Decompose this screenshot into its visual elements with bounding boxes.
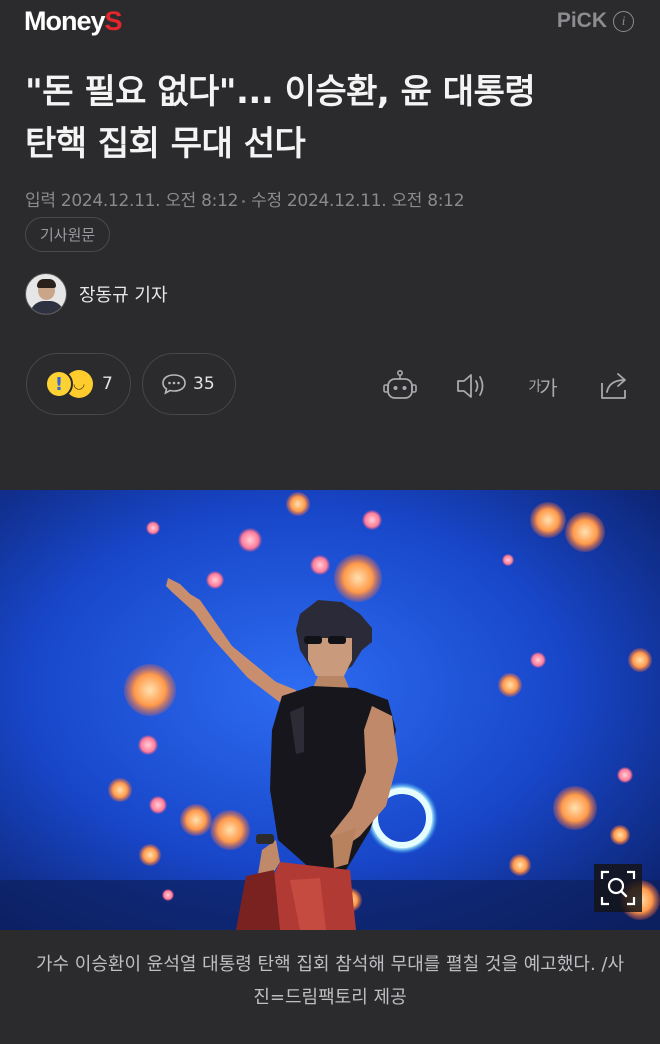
published-date: 2024.12.11. 오전 8:12 — [60, 191, 239, 211]
photo-caption: 가수 이승환이 윤석열 대통령 탄핵 집회 참석해 무대를 펼칠 것을 예고했다… — [35, 954, 625, 1008]
reaction-count: 7 — [102, 374, 113, 394]
pick-badge[interactable]: PiCK i — [557, 9, 634, 33]
speaker-icon[interactable] — [452, 366, 492, 406]
comment-icon — [162, 374, 186, 395]
logo-accent-text: S — [104, 6, 123, 36]
reaction-icons: ! ◡ — [45, 369, 99, 399]
robot-icon[interactable] — [380, 366, 420, 406]
headline-line-1: "돈 필요 없다"... 이승환, 윤 대통령 — [25, 72, 536, 112]
moneys-logo[interactable]: MoneyS — [24, 6, 123, 37]
font-size-icon[interactable]: 가가 — [520, 366, 564, 406]
author-name[interactable]: 장동규 기자 — [79, 281, 168, 307]
zoom-button[interactable] — [594, 864, 642, 912]
original-article-button[interactable]: 기사원문 — [25, 217, 111, 252]
published-label: 입력 — [25, 191, 56, 211]
comment-button[interactable]: 35 — [142, 353, 236, 415]
surprise-emoji-icon: ! — [45, 370, 73, 398]
comment-count: 35 — [193, 374, 215, 394]
article-headline: "돈 필요 없다"... 이승환, 윤 대통령 탄핵 집회 무대 선다 — [25, 66, 640, 170]
top-bar: MoneyS PiCK i — [0, 0, 660, 46]
share-icon[interactable] — [594, 366, 634, 406]
logo-main-text: Money — [24, 6, 106, 36]
author-row[interactable]: 장동규 기자 — [25, 273, 168, 315]
font-size-small-label: 가 — [528, 379, 541, 395]
font-size-large-label: 가 — [539, 375, 557, 400]
headline-line-2: 탄핵 집회 무대 선다 — [25, 124, 306, 164]
meta-separator — [242, 199, 246, 203]
modified-label: 수정 — [251, 191, 282, 211]
article-meta: 입력 2024.12.11. 오전 8:12 수정 2024.12.11. 오전 … — [25, 186, 465, 211]
modified-date: 2024.12.11. 오전 8:12 — [286, 191, 465, 211]
zoom-icon — [600, 870, 636, 906]
avatar[interactable] — [25, 273, 67, 315]
pick-label: PiCK — [556, 9, 607, 32]
info-icon[interactable]: i — [613, 10, 634, 32]
reaction-button[interactable]: ! ◡ 7 — [26, 353, 131, 415]
article-photo[interactable] — [0, 490, 660, 930]
concert-stage-image — [0, 490, 660, 930]
